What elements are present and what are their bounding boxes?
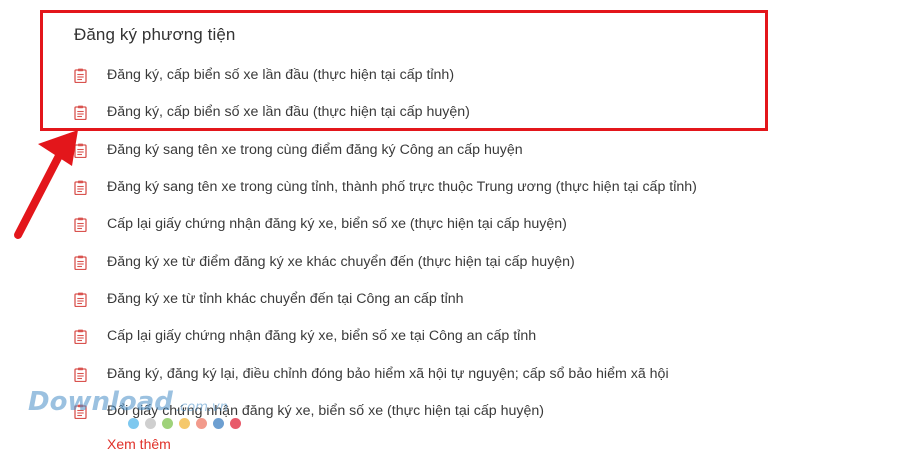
document-icon <box>74 105 87 120</box>
procedure-item-label: Đăng ký sang tên xe trong cùng tỉnh, thà… <box>107 179 697 195</box>
red-arrow-annotation <box>14 130 78 239</box>
watermark-text: Download <box>28 387 173 417</box>
procedure-item-label: Đăng ký, cấp biển số xe lần đầu (thực hi… <box>107 67 455 83</box>
procedure-item[interactable]: Đăng ký, đăng ký lại, điều chỉnh đóng bả… <box>74 363 854 385</box>
procedure-item[interactable]: Đăng ký, cấp biển số xe lần đầu (thực hi… <box>74 101 854 123</box>
procedure-item-label: Đăng ký, cấp biển số xe lần đầu (thực hi… <box>107 104 470 120</box>
watermark-dots <box>128 418 241 429</box>
procedure-item[interactable]: Đăng ký, cấp biển số xe lần đầu (thực hi… <box>74 64 854 86</box>
procedure-item[interactable]: Đăng ký sang tên xe trong cùng tỉnh, thà… <box>74 176 854 198</box>
procedure-item-label: Cấp lại giấy chứng nhận đăng ký xe, biển… <box>107 216 567 232</box>
document-icon <box>74 255 87 270</box>
procedure-item-label: Đăng ký xe từ điểm đăng ký xe khác chuyể… <box>107 254 575 270</box>
document-icon <box>74 68 87 83</box>
section-title: Đăng ký phương tiện <box>74 25 236 44</box>
procedure-item[interactable]: Cấp lại giấy chứng nhận đăng ký xe, biển… <box>74 213 854 235</box>
procedure-item[interactable]: Đăng ký sang tên xe trong cùng điểm đăng… <box>74 139 854 161</box>
procedure-item-label: Đăng ký xe từ tỉnh khác chuyển đến tại C… <box>107 291 464 307</box>
document-icon <box>74 292 87 307</box>
procedure-item[interactable]: Cấp lại giấy chứng nhận đăng ký xe, biển… <box>74 325 854 347</box>
procedure-item[interactable]: Đăng ký xe từ tỉnh khác chuyển đến tại C… <box>74 288 854 310</box>
document-icon <box>74 329 87 344</box>
procedure-item-label: Đăng ký, đăng ký lại, điều chỉnh đóng bả… <box>107 366 669 382</box>
procedure-item-label: Đăng ký sang tên xe trong cùng điểm đăng… <box>107 142 523 158</box>
procedure-item-label: Cấp lại giấy chứng nhận đăng ký xe, biển… <box>107 328 537 344</box>
procedure-item[interactable]: Đăng ký xe từ điểm đăng ký xe khác chuyể… <box>74 251 854 273</box>
see-more-link[interactable]: Xem thêm <box>107 436 171 452</box>
download-watermark-logo: Download .com.vn <box>28 387 228 417</box>
watermark-sub: .com.vn <box>176 400 228 415</box>
document-icon <box>74 367 87 382</box>
